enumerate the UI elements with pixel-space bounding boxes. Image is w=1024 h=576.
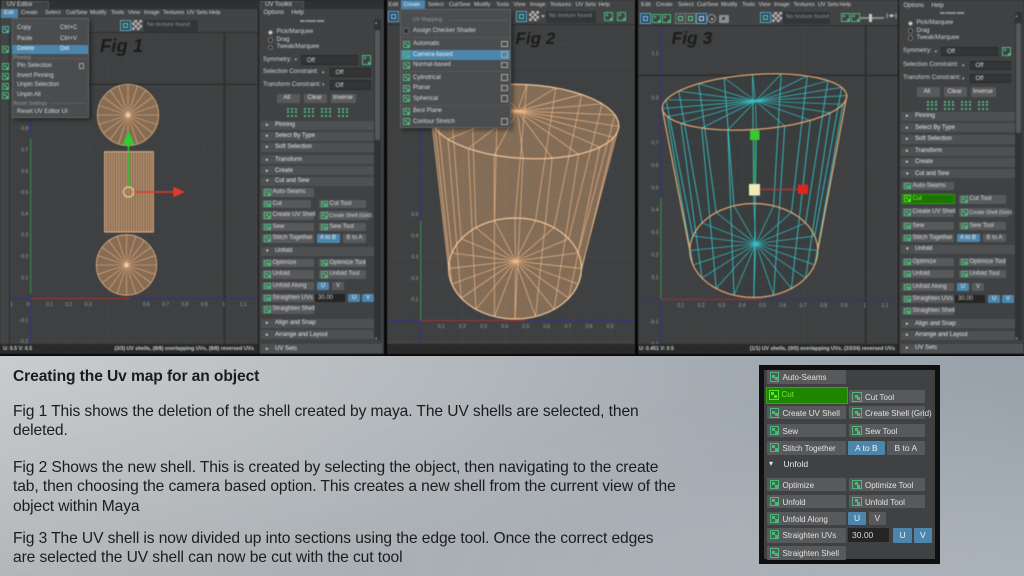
svg-text:0: 0: [27, 302, 30, 308]
svg-text:0.4: 0.4: [501, 324, 508, 330]
svg-text:0.3: 0.3: [652, 230, 659, 236]
svg-text:0.1: 0.1: [677, 303, 684, 309]
svg-text:0.1: 0.1: [411, 297, 418, 303]
svg-text:0.8: 0.8: [21, 126, 28, 132]
svg-text:0.9: 0.9: [201, 302, 208, 308]
svg-text:0.5: 0.5: [522, 324, 529, 330]
svg-text:0.6: 0.6: [779, 303, 786, 309]
svg-text:-0.1: -0.1: [10, 302, 13, 308]
svg-text:0.4: 0.4: [411, 233, 418, 239]
svg-text:0.2: 0.2: [459, 324, 466, 330]
svg-text:0.2: 0.2: [65, 302, 72, 308]
svg-text:0.2: 0.2: [411, 276, 418, 282]
svg-text:0.8: 0.8: [585, 324, 592, 330]
svg-text:1: 1: [864, 303, 867, 309]
svg-text:0.2: 0.2: [652, 253, 659, 259]
svg-text:1: 1: [222, 302, 225, 308]
svg-text:0.1: 0.1: [652, 275, 659, 281]
svg-text:0.5: 0.5: [759, 303, 766, 309]
svg-text:0.7: 0.7: [162, 302, 169, 308]
svg-text:0.4: 0.4: [652, 208, 659, 214]
svg-text:-0.1: -0.1: [20, 318, 29, 324]
svg-text:0.1: 0.1: [21, 275, 28, 281]
svg-text:0.9: 0.9: [652, 96, 659, 102]
svg-text:-0.1: -0.1: [650, 320, 659, 326]
svg-text:0.1: 0.1: [437, 324, 444, 330]
svg-text:0.6: 0.6: [21, 169, 28, 175]
svg-text:1.1: 1.1: [881, 303, 888, 309]
svg-text:0.7: 0.7: [21, 148, 28, 154]
svg-text:0.5: 0.5: [21, 190, 28, 196]
svg-text:0.8: 0.8: [182, 302, 189, 308]
svg-text:0.7: 0.7: [800, 303, 807, 309]
svg-text:0.8: 0.8: [820, 303, 827, 309]
svg-text:0.3: 0.3: [718, 303, 725, 309]
svg-text:0.9: 0.9: [841, 303, 848, 309]
svg-text:0.6: 0.6: [143, 302, 150, 308]
svg-text:0.5: 0.5: [652, 185, 659, 191]
svg-text:0.6: 0.6: [652, 163, 659, 169]
svg-text:0.3: 0.3: [85, 302, 92, 308]
svg-text:1.1: 1.1: [652, 51, 659, 57]
svg-text:0.2: 0.2: [698, 303, 705, 309]
svg-text:0.3: 0.3: [480, 324, 487, 330]
svg-text:0.7: 0.7: [564, 324, 571, 330]
svg-text:0.4: 0.4: [739, 303, 746, 309]
svg-text:0.3: 0.3: [411, 255, 418, 261]
svg-text:0.2: 0.2: [21, 254, 28, 260]
svg-text:0.1: 0.1: [46, 302, 53, 308]
svg-text:0.5: 0.5: [411, 212, 418, 218]
svg-text:0.7: 0.7: [652, 141, 659, 147]
svg-text:0.9: 0.9: [606, 324, 613, 330]
svg-text:0.3: 0.3: [21, 233, 28, 239]
svg-text:1.1: 1.1: [240, 302, 247, 308]
svg-text:0.6: 0.6: [543, 324, 550, 330]
svg-text:0.4: 0.4: [21, 211, 28, 217]
